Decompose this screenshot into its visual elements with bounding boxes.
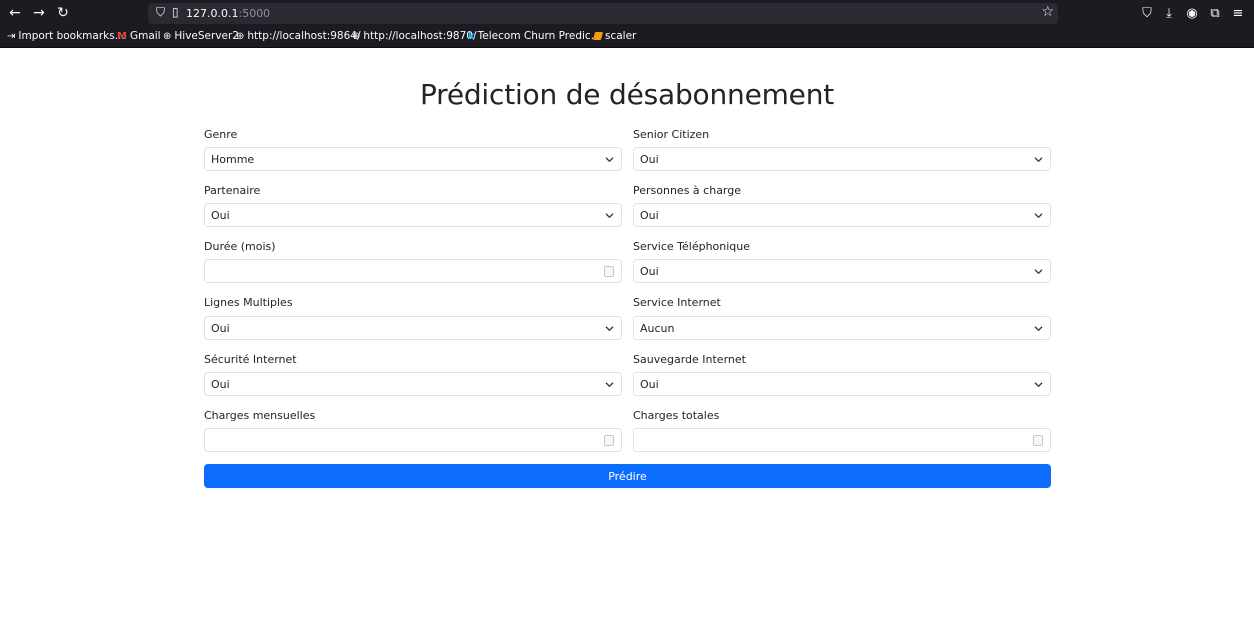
- chevron-down-icon: [1034, 157, 1043, 162]
- dependents-label: Personnes à charge: [633, 184, 742, 197]
- url-text[interactable]: 127.0.0.1:5000: [186, 7, 270, 20]
- phone-service-value: Oui: [640, 265, 659, 278]
- chevron-down-icon: [605, 157, 614, 162]
- chevron-down-icon: [605, 326, 614, 331]
- bookmark-localhost-9870[interactable]: ⊕ http://localhost:9870/: [352, 30, 477, 42]
- menu-icon[interactable]: ≡: [1229, 3, 1247, 23]
- online-backup-value: Oui: [640, 378, 659, 391]
- gender-label: Genre: [204, 128, 238, 141]
- total-charges-label: Charges totales: [633, 409, 720, 422]
- monthly-charges-label: Charges mensuelles: [204, 409, 316, 422]
- phone-service-select[interactable]: Oui: [633, 259, 1051, 283]
- dependents-value: Oui: [640, 209, 659, 222]
- partner-select[interactable]: Oui: [204, 203, 622, 227]
- url-bar[interactable]: ⛉ ▯ 127.0.0.1:5000 ☆: [148, 3, 1058, 24]
- chevron-down-icon: [605, 213, 614, 218]
- bookmark-label: Telecom Churn Predic...: [477, 30, 601, 42]
- chevron-down-icon: [605, 382, 614, 387]
- shield-icon[interactable]: ⛉: [156, 5, 165, 20]
- online-backup-select[interactable]: Oui: [633, 372, 1051, 396]
- partner-value: Oui: [211, 209, 230, 222]
- number-spinner-icon[interactable]: [1033, 435, 1043, 446]
- forward-arrow-icon[interactable]: →: [29, 3, 49, 23]
- bookmark-scaler[interactable]: scaler: [592, 30, 637, 42]
- bookmark-label: http://localhost:9870/: [363, 30, 477, 42]
- bookmark-telecom-churn[interactable]: k Telecom Churn Predic...: [468, 30, 601, 42]
- bookmark-label: Import bookmarks...: [18, 30, 125, 42]
- chevron-down-icon: [1034, 269, 1043, 274]
- account-icon[interactable]: ◉: [1183, 3, 1201, 23]
- senior-citizen-value: Oui: [640, 153, 659, 166]
- import-icon: ⇥: [7, 30, 16, 42]
- bookmark-label: scaler: [605, 30, 637, 42]
- bookmark-gmail[interactable]: M Gmail: [117, 30, 161, 42]
- senior-citizen-select[interactable]: Oui: [633, 147, 1051, 171]
- extensions-icon[interactable]: ⧉: [1206, 3, 1224, 23]
- online-backup-label: Sauvegarde Internet: [633, 353, 746, 366]
- tenure-input[interactable]: [204, 259, 622, 283]
- partner-label: Partenaire: [204, 184, 261, 197]
- monthly-charges-input[interactable]: [204, 428, 622, 452]
- reload-icon[interactable]: ↻: [53, 3, 73, 23]
- page-icon[interactable]: ▯: [172, 5, 179, 19]
- globe-icon: ⊕: [163, 30, 172, 42]
- bookmarks-bar: ⇥ Import bookmarks... M Gmail ⊕ HiveServ…: [0, 27, 1254, 48]
- multiple-lines-select[interactable]: Oui: [204, 316, 622, 340]
- download-icon[interactable]: ⤓: [1160, 3, 1178, 23]
- internet-service-label: Service Internet: [633, 296, 721, 309]
- url-port: :5000: [238, 7, 271, 20]
- scaler-icon: [592, 32, 604, 40]
- bookmark-label: HiveServer2: [174, 30, 239, 42]
- browser-toolbar: ← → ↻ ⛉ ▯ 127.0.0.1:5000 ☆ ⛉ ⤓ ◉ ⧉ ≡: [0, 0, 1254, 27]
- total-charges-input[interactable]: [633, 428, 1051, 452]
- internet-service-value: Aucun: [640, 322, 675, 335]
- kaggle-icon: k: [468, 30, 475, 42]
- senior-citizen-label: Senior Citizen: [633, 128, 710, 141]
- bookmark-label: http://localhost:9864/: [247, 30, 361, 42]
- chevron-down-icon: [1034, 213, 1043, 218]
- gender-value: Homme: [211, 153, 255, 166]
- phone-service-label: Service Téléphonique: [633, 240, 751, 253]
- number-spinner-icon[interactable]: [604, 266, 614, 277]
- bookmark-localhost-9864[interactable]: ⊕ http://localhost:9864/: [236, 30, 361, 42]
- dependents-select[interactable]: Oui: [633, 203, 1051, 227]
- url-host: 127.0.0.1: [186, 7, 239, 20]
- gmail-icon: M: [117, 30, 127, 42]
- bookmark-import[interactable]: ⇥ Import bookmarks...: [7, 30, 125, 42]
- globe-icon: ⊕: [352, 30, 361, 42]
- gender-select[interactable]: Homme: [204, 147, 622, 171]
- bookmark-star-icon[interactable]: ☆: [1041, 4, 1054, 20]
- globe-icon: ⊕: [236, 30, 245, 42]
- online-security-select[interactable]: Oui: [204, 372, 622, 396]
- tenure-label: Durée (mois): [204, 240, 276, 253]
- multiple-lines-value: Oui: [211, 322, 230, 335]
- multiple-lines-label: Lignes Multiples: [204, 296, 293, 309]
- online-security-label: Sécurité Internet: [204, 353, 297, 366]
- bookmark-label: Gmail: [129, 30, 161, 42]
- number-spinner-icon[interactable]: [604, 435, 614, 446]
- chevron-down-icon: [1034, 382, 1043, 387]
- online-security-value: Oui: [211, 378, 230, 391]
- back-arrow-icon[interactable]: ←: [5, 3, 25, 23]
- pocket-icon[interactable]: ⛉: [1138, 3, 1156, 23]
- chevron-down-icon: [1034, 326, 1043, 331]
- bookmark-hiveserver2[interactable]: ⊕ HiveServer2: [163, 30, 239, 42]
- predict-button[interactable]: Prédire: [204, 464, 1051, 488]
- page-title: Prédiction de désabonnement: [419, 78, 835, 111]
- internet-service-select[interactable]: Aucun: [633, 316, 1051, 340]
